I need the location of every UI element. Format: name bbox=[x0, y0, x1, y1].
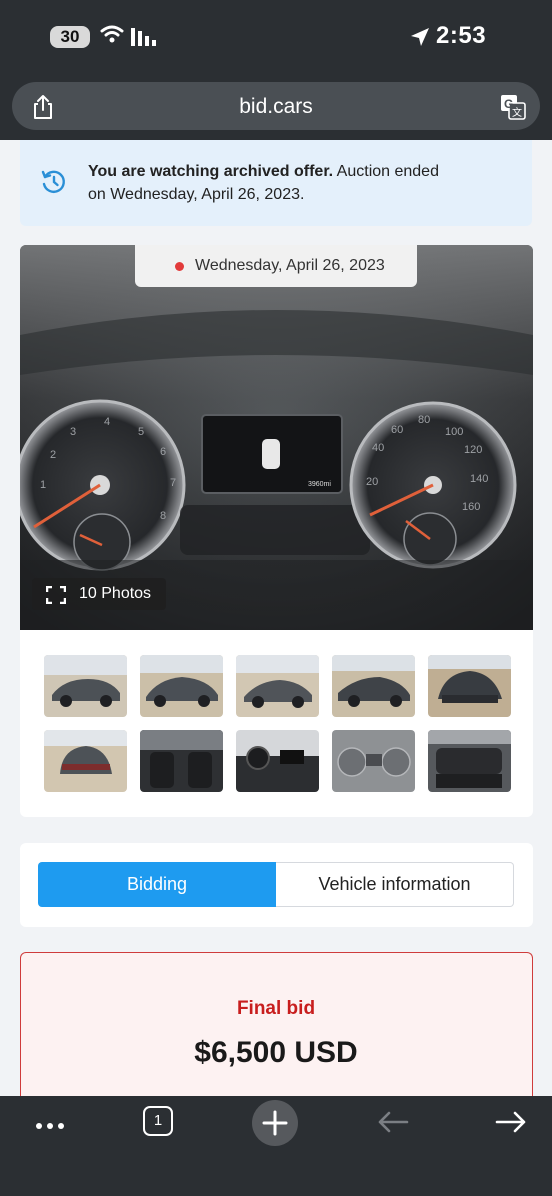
main-photo-instrument-cluster[interactable]: 2 3 4 5 6 7 8 1 3960mi 20 40 60 80 100120 140 160 bbox=[20, 245, 533, 630]
view-all-photos-button[interactable]: 10 Photos bbox=[32, 578, 166, 610]
auction-date-chip: Wednesday, April 26, 2023 bbox=[135, 245, 417, 287]
browser-bottom-toolbar: 1 bbox=[0, 1096, 552, 1196]
thumbnail-exterior-front-damage[interactable] bbox=[428, 655, 511, 717]
forward-arrow-icon[interactable] bbox=[494, 1110, 528, 1134]
battery-indicator: 30 bbox=[50, 26, 90, 48]
svg-text:20: 20 bbox=[366, 476, 378, 488]
svg-text:2: 2 bbox=[50, 449, 56, 461]
auction-ended-date: on Wednesday, April 26, 2023. bbox=[88, 186, 305, 203]
location-arrow-icon bbox=[411, 28, 429, 46]
translate-icon[interactable]: G 文 bbox=[500, 94, 526, 120]
browser-toolbar: bid.cars G 文 bbox=[0, 76, 552, 140]
svg-text:文: 文 bbox=[512, 106, 522, 119]
archived-offer-message: You are watching archived offer. Auction… bbox=[88, 160, 508, 206]
archived-offer-bold: You are watching archived offer. bbox=[88, 163, 334, 180]
svg-text:1: 1 bbox=[40, 479, 46, 491]
clock: 2:53 bbox=[436, 22, 487, 49]
final-bid-amount: $6,500 USD bbox=[194, 1036, 358, 1069]
more-options-icon[interactable] bbox=[34, 1116, 68, 1136]
back-arrow-icon[interactable] bbox=[376, 1110, 410, 1134]
final-bid-label: Final bid bbox=[236, 998, 316, 1019]
svg-text:6: 6 bbox=[160, 446, 166, 458]
svg-text:7: 7 bbox=[170, 477, 176, 489]
wifi-icon bbox=[100, 25, 124, 43]
thumbnail-interior-rear-seats[interactable] bbox=[428, 730, 511, 792]
svg-text:160: 160 bbox=[462, 501, 480, 513]
svg-text:4: 4 bbox=[104, 416, 110, 428]
auction-date: Wednesday, April 26, 2023 bbox=[195, 257, 385, 274]
svg-text:3960mi: 3960mi bbox=[308, 481, 331, 488]
thumbnail-exterior-rear-left[interactable] bbox=[236, 655, 319, 717]
details-tabs-card: Bidding Vehicle information bbox=[20, 843, 533, 927]
url-text[interactable]: bid.cars bbox=[12, 95, 540, 119]
svg-text:120: 120 bbox=[464, 444, 482, 456]
new-tab-button[interactable] bbox=[252, 1100, 298, 1146]
svg-text:80: 80 bbox=[418, 414, 430, 426]
thumbnail-exterior-front-left[interactable] bbox=[44, 655, 127, 717]
history-icon bbox=[41, 170, 65, 193]
status-dot bbox=[175, 262, 184, 271]
thumbnail-interior-dashboard[interactable] bbox=[236, 730, 319, 792]
svg-text:60: 60 bbox=[391, 424, 403, 436]
final-bid-card: Final bid $6,500 USD bbox=[20, 952, 533, 1102]
cellular-signal-icon bbox=[131, 28, 156, 46]
svg-text:100: 100 bbox=[445, 426, 463, 438]
tab-switcher-button[interactable]: 1 bbox=[143, 1106, 173, 1136]
thumbnail-instrument-cluster[interactable] bbox=[332, 730, 415, 792]
svg-text:3: 3 bbox=[70, 426, 76, 438]
photo-gallery-card: 2 3 4 5 6 7 8 1 3960mi 20 40 60 80 100 120 140 160… bbox=[20, 245, 533, 817]
thumbnail-exterior-damaged-front[interactable] bbox=[332, 655, 415, 717]
tab-vehicle-information[interactable]: Vehicle information bbox=[276, 862, 514, 907]
thumbnail-exterior-rear[interactable] bbox=[44, 730, 127, 792]
tab-bidding[interactable]: Bidding bbox=[38, 862, 276, 907]
status-bar: 30 2:53 bbox=[0, 0, 552, 76]
thumbnail-exterior-side[interactable] bbox=[140, 655, 223, 717]
archived-offer-banner: You are watching archived offer. Auction… bbox=[20, 140, 532, 226]
plus-icon bbox=[262, 1110, 288, 1136]
svg-text:140: 140 bbox=[470, 473, 488, 485]
auction-ended-text: Auction ended bbox=[333, 163, 439, 180]
photos-count-label: 10 Photos bbox=[79, 585, 152, 602]
thumbnail-interior-front-seats[interactable] bbox=[140, 730, 223, 792]
svg-text:5: 5 bbox=[138, 426, 144, 438]
svg-text:8: 8 bbox=[160, 510, 166, 522]
svg-text:40: 40 bbox=[372, 442, 384, 454]
address-bar[interactable]: bid.cars G 文 bbox=[12, 82, 540, 130]
expand-icon bbox=[46, 586, 66, 604]
